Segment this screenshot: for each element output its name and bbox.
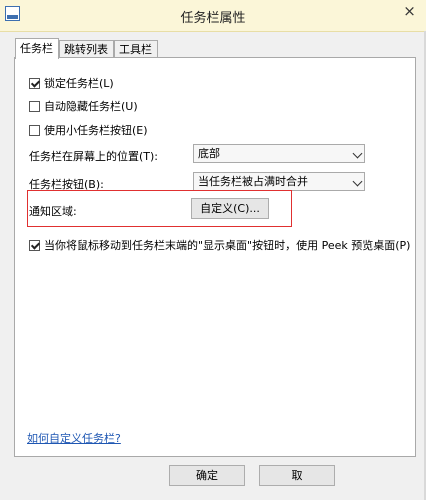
peek-checkbox[interactable] (29, 239, 40, 251)
peek-option[interactable]: 当你将鼠标移动到任务栏末端的"显示桌面"按钮时，使用 Peek 预览桌面(P) (29, 237, 410, 253)
taskbar-buttons-label: 任务栏按钮(B): (29, 178, 104, 191)
cancel-button[interactable]: 取 (259, 465, 335, 486)
help-link[interactable]: 如何自定义任务栏? (27, 430, 121, 446)
small-buttons-label: 使用小任务栏按钮(E) (44, 124, 148, 137)
lock-taskbar-option[interactable]: 锁定任务栏(L) (29, 75, 114, 91)
location-dropdown[interactable]: 底部 (193, 144, 365, 163)
notification-area-label: 通知区域: (29, 205, 77, 218)
chevron-down-icon (352, 176, 363, 187)
location-value: 底部 (198, 147, 220, 160)
auto-hide-option[interactable]: 自动隐藏任务栏(U) (29, 98, 138, 114)
lock-taskbar-label: 锁定任务栏(L) (44, 77, 114, 90)
taskbar-buttons-dropdown[interactable]: 当任务栏被占满时合并 (193, 172, 365, 191)
tab-toolbars[interactable]: 工具栏 (114, 40, 158, 57)
window-title: 任务栏属性 (180, 11, 246, 26)
peek-label: 当你将鼠标移动到任务栏末端的"显示桌面"按钮时，使用 Peek 预览桌面(P) (44, 239, 411, 252)
small-buttons-option[interactable]: 使用小任务栏按钮(E) (29, 122, 148, 138)
tab-taskbar[interactable]: 任务栏 (15, 38, 59, 59)
customize-button[interactable]: 自定义(C)... (191, 198, 269, 219)
tab-panel: 锁定任务栏(L) 自动隐藏任务栏(U) 使用小任务栏按钮(E) 任务栏在屏幕上的… (14, 57, 416, 457)
lock-taskbar-checkbox[interactable] (29, 77, 40, 89)
location-label: 任务栏在屏幕上的位置(T): (29, 150, 159, 163)
ok-button[interactable]: 确定 (169, 465, 245, 486)
taskbar-buttons-value: 当任务栏被占满时合并 (198, 175, 308, 188)
auto-hide-label: 自动隐藏任务栏(U) (44, 100, 138, 113)
small-buttons-checkbox[interactable] (29, 124, 40, 136)
tab-jump-lists[interactable]: 跳转列表 (59, 40, 114, 57)
close-button[interactable]: × (393, 0, 426, 22)
chevron-down-icon (352, 148, 363, 159)
auto-hide-checkbox[interactable] (29, 100, 40, 112)
title-bar: 任务栏属性 × (0, 0, 426, 32)
